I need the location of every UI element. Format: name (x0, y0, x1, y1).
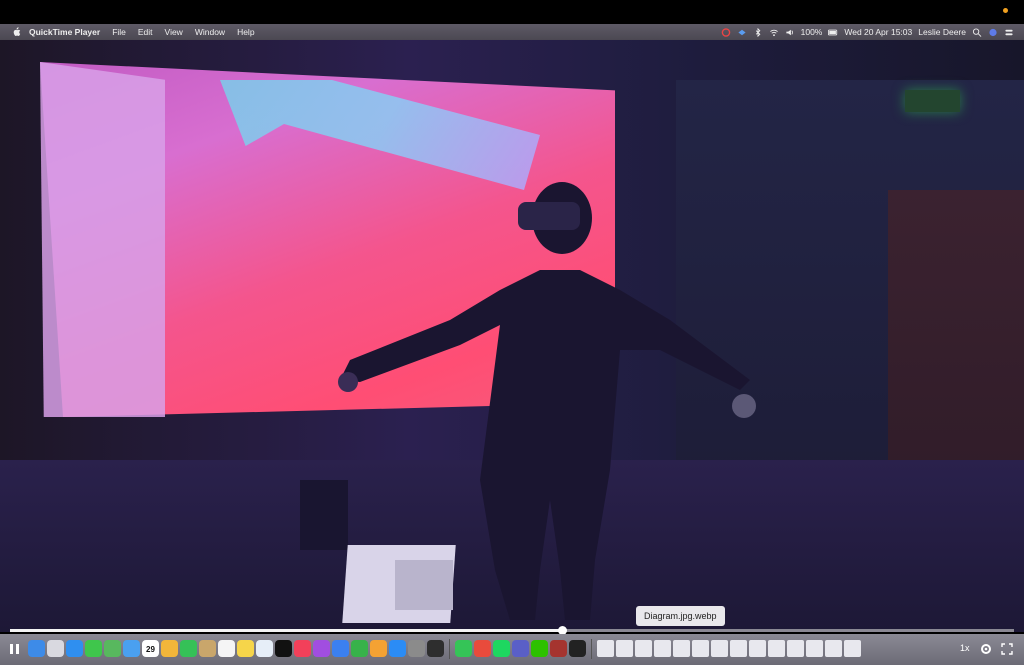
dock-messages-icon[interactable] (85, 640, 102, 657)
bluetooth-icon[interactable] (753, 27, 763, 37)
dock-doc-12-thumbnail[interactable] (806, 640, 823, 657)
dock-safari-icon[interactable] (66, 640, 83, 657)
playback-rate[interactable]: 1x (960, 643, 970, 653)
wifi-icon[interactable] (769, 28, 779, 37)
dock-whatsapp-icon[interactable] (455, 640, 472, 657)
menu-window[interactable]: Window (195, 27, 225, 37)
recording-indicator-icon (1003, 8, 1008, 13)
dock-freeform-icon[interactable] (256, 640, 273, 657)
control-center-icon[interactable] (1004, 28, 1014, 37)
menu-view[interactable]: View (165, 27, 183, 37)
calendar-day: 29 (146, 645, 155, 654)
dock: 29 1x (0, 634, 1024, 665)
sidebar-toggle-icon[interactable] (6, 640, 24, 658)
dock-notes-icon[interactable] (237, 640, 254, 657)
dock-chrome-icon[interactable] (474, 640, 491, 657)
battery-percent: 100% (800, 27, 823, 37)
dock-teams-icon[interactable] (512, 640, 529, 657)
dock-maps-icon[interactable] (104, 640, 121, 657)
video-frame[interactable] (0, 40, 1024, 632)
dock-separator (449, 639, 450, 659)
dock-doc-4-thumbnail[interactable] (654, 640, 671, 657)
dropbox-icon[interactable] (737, 28, 747, 37)
dock-doc-1-thumbnail[interactable] (597, 640, 614, 657)
dock-doc-6-thumbnail[interactable] (692, 640, 709, 657)
dock-quicktime-icon[interactable] (569, 640, 586, 657)
dock-apple-tv-icon[interactable] (275, 640, 292, 657)
dock-podcasts-icon[interactable] (313, 640, 330, 657)
video-person-silhouette (338, 182, 756, 620)
dock-dictionary-icon[interactable] (550, 640, 567, 657)
status-area: 100% Wed 20 Apr 15:03 Leslie Deere (721, 27, 1024, 37)
menu-bar: QuickTime Player File Edit View Window H… (0, 24, 1024, 40)
app-menu-quicktime[interactable]: QuickTime Player (29, 27, 100, 37)
dock-pages-icon[interactable] (370, 640, 387, 657)
dock-mail-icon[interactable] (123, 640, 140, 657)
dock-app-list: 29 (28, 637, 861, 659)
dock-reminders-icon[interactable] (218, 640, 235, 657)
dock-numbers-icon[interactable] (351, 640, 368, 657)
dock-spotify-icon[interactable] (493, 640, 510, 657)
playback-scrubber[interactable] (10, 626, 1014, 635)
settings-gear-icon[interactable] (977, 640, 995, 658)
dock-activity-monitor-icon[interactable] (427, 640, 444, 657)
siri-icon[interactable] (988, 28, 998, 37)
user-menu[interactable]: Leslie Deere (918, 27, 966, 37)
scrubber-played (10, 629, 563, 632)
dock-doc-3-thumbnail[interactable] (635, 640, 652, 657)
apple-icon[interactable] (12, 27, 21, 37)
dock-doc-7-thumbnail[interactable] (711, 640, 728, 657)
dock-doc-13-thumbnail[interactable] (825, 640, 842, 657)
fullscreen-icon[interactable] (998, 640, 1016, 658)
screen-top-border (0, 0, 1024, 24)
dock-calendar-icon[interactable]: 29 (142, 640, 159, 657)
dock-contacts-icon[interactable] (199, 640, 216, 657)
dock-separator (591, 639, 592, 659)
dock-keynote-icon[interactable] (332, 640, 349, 657)
video-exit-sign (905, 90, 960, 112)
dock-doc-14-thumbnail[interactable] (844, 640, 861, 657)
menu-edit[interactable]: Edit (138, 27, 153, 37)
dock-music-icon[interactable] (294, 640, 311, 657)
creative-cloud-icon[interactable] (721, 27, 731, 37)
dock-facetime-icon[interactable] (180, 640, 197, 657)
dock-doc-11-thumbnail[interactable] (787, 640, 804, 657)
dock-doc-9-thumbnail[interactable] (749, 640, 766, 657)
menu-help[interactable]: Help (237, 27, 254, 37)
dock-doc-2-thumbnail[interactable] (616, 640, 633, 657)
dock-wechat-icon[interactable] (531, 640, 548, 657)
video-projection-left (40, 62, 165, 417)
dock-app-store-icon[interactable] (389, 640, 406, 657)
dock-tooltip: Diagram.jpg.webp (636, 606, 725, 626)
dock-finder-icon[interactable] (28, 640, 45, 657)
dock-launchpad-icon[interactable] (47, 640, 64, 657)
dock-doc-8-thumbnail[interactable] (730, 640, 747, 657)
menu-file[interactable]: File (112, 27, 126, 37)
dock-system-preferences-icon[interactable] (408, 640, 425, 657)
search-icon[interactable] (972, 27, 982, 37)
volume-icon[interactable] (785, 28, 795, 37)
dock-doc-10-thumbnail[interactable] (768, 640, 785, 657)
dock-doc-5-thumbnail[interactable] (673, 640, 690, 657)
battery-icon[interactable] (828, 28, 838, 37)
clock[interactable]: Wed 20 Apr 15:03 (844, 27, 912, 37)
dock-photos-icon[interactable] (161, 640, 178, 657)
